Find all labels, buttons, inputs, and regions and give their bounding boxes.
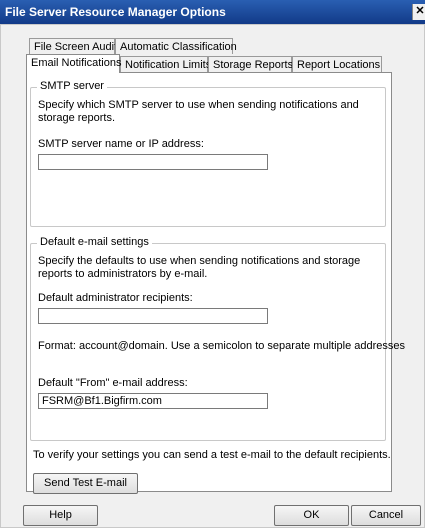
smtp-server-label: SMTP server name or IP address:	[38, 138, 204, 150]
help-button[interactable]: Help	[23, 505, 98, 526]
tab-file-screen-audit[interactable]: File Screen Audit	[29, 38, 117, 54]
smtp-group-legend: SMTP server	[37, 80, 107, 92]
window-title: File Server Resource Manager Options	[5, 5, 226, 19]
test-email-description: To verify your settings you can send a t…	[33, 449, 391, 461]
recipients-label: Default administrator recipients:	[38, 292, 193, 304]
tab-automatic-classification[interactable]: Automatic Classification	[115, 38, 237, 54]
recipients-input[interactable]	[38, 308, 268, 324]
from-address-input[interactable]	[38, 393, 268, 409]
format-hint: Format: account@domain. Use a semicolon …	[38, 340, 406, 352]
send-test-email-button[interactable]: Send Test E-mail	[33, 473, 138, 494]
title-bar: File Server Resource Manager Options ✕	[0, 0, 425, 24]
ok-button[interactable]: OK	[274, 505, 349, 526]
cancel-button[interactable]: Cancel	[351, 505, 421, 526]
tab-report-locations[interactable]: Report Locations	[292, 56, 382, 72]
default-email-settings-group: Default e-mail settings Specify the defa…	[30, 236, 405, 441]
tab-storage-reports[interactable]: Storage Reports	[208, 56, 293, 72]
tab-email-notifications[interactable]: Email Notifications	[26, 54, 121, 73]
smtp-server-group: SMTP server Specify which SMTP server to…	[30, 80, 386, 227]
email-notifications-panel: SMTP server Specify which SMTP server to…	[26, 72, 405, 494]
smtp-description: Specify which SMTP server to use when se…	[38, 99, 359, 124]
tab-notification-limits[interactable]: Notification Limits	[120, 56, 211, 72]
from-address-label: Default "From" e-mail address:	[38, 377, 188, 389]
email-settings-legend: Default e-mail settings	[37, 236, 152, 248]
options-dialog: File Screen Audit Automatic Classificati…	[0, 24, 425, 528]
email-settings-description: Specify the defaults to use when sending…	[38, 255, 361, 280]
close-icon[interactable]: ✕	[412, 4, 425, 20]
smtp-server-input[interactable]	[38, 154, 268, 170]
